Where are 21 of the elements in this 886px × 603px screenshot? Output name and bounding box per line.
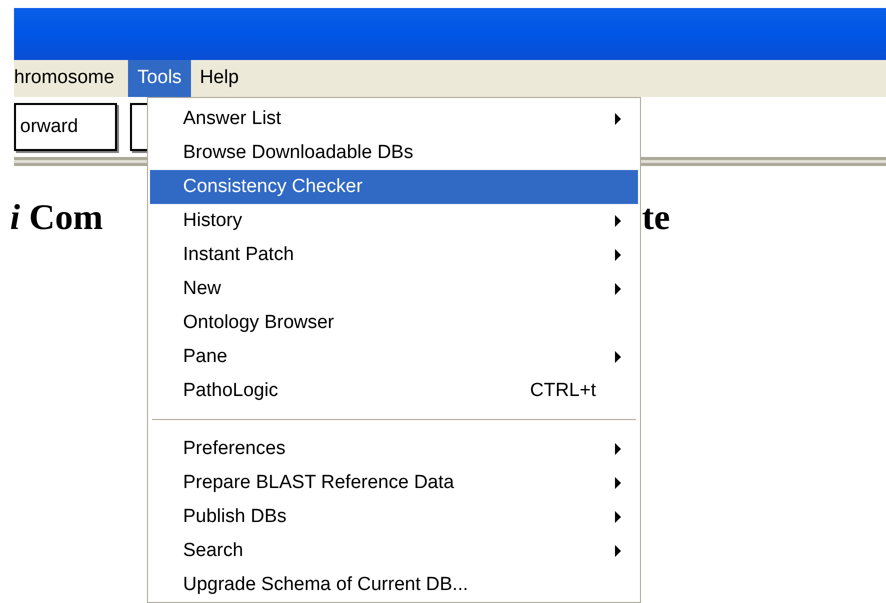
menu-item[interactable]: Instant Patch	[150, 238, 638, 272]
menu-item[interactable]: History	[150, 204, 638, 238]
menu-item[interactable]: Search	[150, 534, 638, 568]
menu-item[interactable]: Prepare BLAST Reference Data	[150, 466, 638, 500]
menu-item[interactable]: PathoLogic CTRL+t	[150, 374, 638, 408]
menu-item[interactable]: Publish DBs	[150, 500, 638, 534]
menu-item[interactable]: Tools	[128, 60, 191, 97]
menu-item[interactable]: Pane	[150, 340, 638, 374]
toolbar-button[interactable]: orward	[14, 103, 117, 151]
page-heading: i Com	[10, 196, 104, 239]
menu-item[interactable]: Preferences	[150, 432, 638, 466]
menu-item[interactable]: Ontology Browser	[150, 306, 638, 340]
shortcut-text: CTRL+t	[530, 378, 596, 403]
menu-item[interactable]: New	[150, 272, 638, 306]
page-heading: te	[642, 196, 670, 239]
menu-item[interactable]: Answer List	[150, 102, 638, 136]
menu-item[interactable]: Consistency Checker	[150, 170, 638, 204]
menu-item[interactable]: Browse Downloadable DBs	[150, 136, 638, 170]
menu-item[interactable]: Upgrade Schema of Current DB...	[150, 568, 638, 602]
menu-item[interactable]: Help	[190, 60, 248, 97]
menu-item[interactable]: hromosome	[14, 60, 128, 97]
